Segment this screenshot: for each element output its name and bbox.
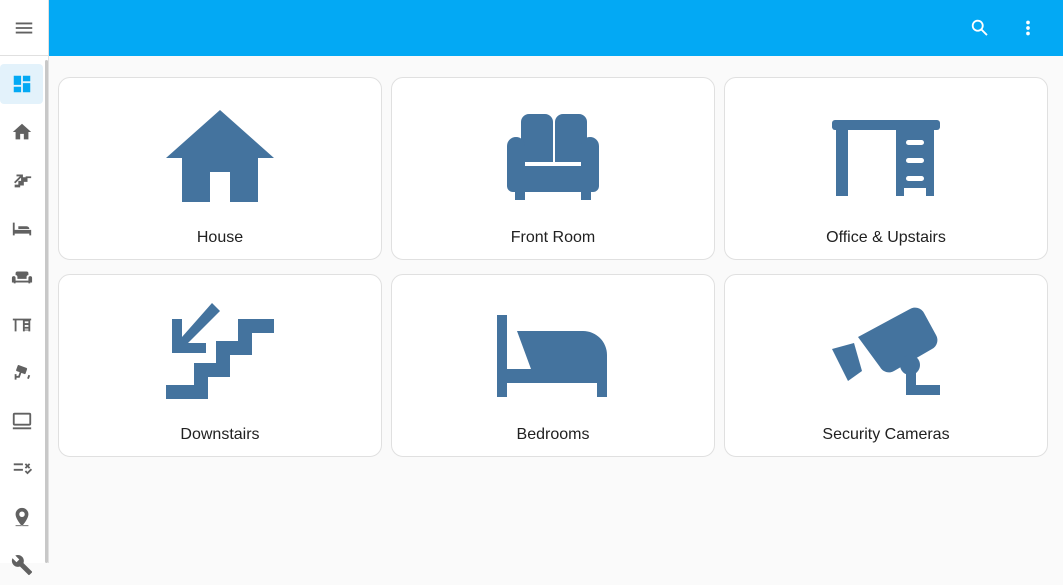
sidebar-item-front-room[interactable] (0, 257, 43, 297)
menu-icon (15, 22, 33, 33)
area-card-house[interactable]: House (58, 77, 382, 260)
dots-vertical-icon (1026, 20, 1030, 36)
card-label: Front Room (510, 229, 596, 246)
search-button[interactable] (960, 8, 1000, 48)
sidebar-item-office[interactable] (0, 305, 43, 345)
sidebar (0, 0, 49, 576)
card-icon-wrapper (160, 299, 280, 409)
sidebar-item-house[interactable] (0, 112, 43, 152)
area-card-downstairs[interactable]: Downstairs (58, 274, 382, 457)
view-dashboard-icon (13, 75, 30, 93)
cctv-icon (14, 365, 30, 380)
desk-icon (12, 318, 31, 332)
area-card-office[interactable]: Office & Upstairs (724, 77, 1048, 260)
sidebar-item-tasks[interactable] (0, 448, 43, 488)
card-label: Office & Upstairs (826, 229, 946, 246)
area-card-security-cameras[interactable]: Security Cameras (724, 274, 1048, 457)
home-icon (166, 110, 274, 202)
card-label: House (196, 229, 244, 246)
app-header (49, 0, 1063, 56)
home-icon (12, 123, 31, 140)
card-label: Security Cameras (822, 426, 950, 443)
search-icon (971, 19, 988, 36)
bed-icon (12, 222, 31, 236)
cctv-icon (832, 307, 940, 395)
sofa-icon (11, 271, 32, 284)
map-marker-icon (15, 507, 28, 527)
desk-icon (832, 120, 940, 196)
card-label: Bedrooms (516, 426, 590, 443)
sidebar-item-overview[interactable] (0, 64, 43, 104)
sidebar-item-map[interactable] (0, 497, 43, 537)
sidebar-item-security[interactable] (0, 353, 43, 393)
sidebar-item-more[interactable] (0, 545, 43, 585)
sidebar-item-bedrooms[interactable] (0, 209, 43, 249)
card-icon-wrapper (493, 102, 613, 212)
sidebar-scrollbar[interactable] (45, 60, 48, 563)
laptop-icon (12, 412, 31, 430)
area-card-front-room[interactable]: Front Room (391, 77, 715, 260)
card-icon-wrapper (160, 102, 280, 212)
sidebar-item-downstairs[interactable] (0, 160, 43, 200)
tool-icon (11, 555, 32, 576)
stairs-down-icon (13, 174, 31, 188)
menu-button[interactable] (0, 0, 48, 56)
stairs-down-icon (166, 303, 274, 399)
dashboard-content: House Front Room Office & Upstairs Downs… (49, 56, 1063, 563)
sidebar-item-laptop[interactable] (0, 401, 43, 441)
bed-icon (497, 315, 607, 397)
card-icon-wrapper (826, 102, 946, 212)
sofa-icon (507, 114, 599, 200)
card-label: Downstairs (180, 426, 260, 443)
card-icon-wrapper (826, 299, 946, 409)
overflow-menu-button[interactable] (1008, 8, 1048, 48)
area-card-bedrooms[interactable]: Bedrooms (391, 274, 715, 457)
format-list-checks-icon (13, 463, 32, 475)
card-icon-wrapper (493, 299, 613, 409)
